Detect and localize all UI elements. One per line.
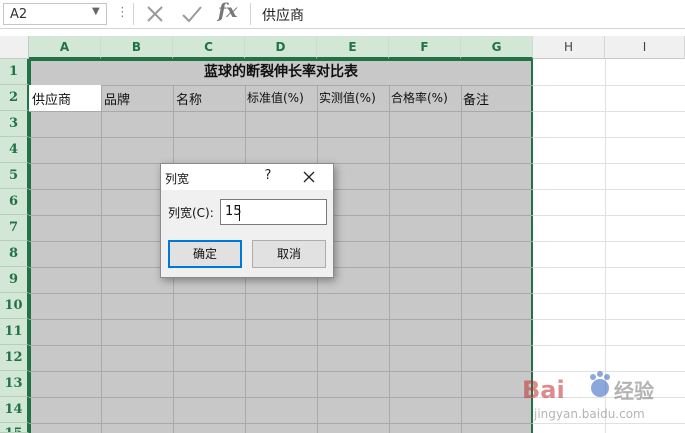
column-width-dialog: 列宽 ? 列宽(C): 15 确定 取消 (160, 163, 334, 278)
cancel-icon[interactable] (143, 2, 167, 26)
chevron-down-icon[interactable]: ▼ (92, 6, 100, 17)
name-box-value: A2 (10, 7, 28, 22)
insert-function-button[interactable]: fx (218, 0, 238, 22)
column-header-d[interactable]: D (245, 36, 317, 59)
gridline (29, 371, 533, 372)
row-header-1[interactable]: 1 (0, 59, 29, 85)
gridline (533, 319, 685, 320)
column-header-e[interactable]: E (317, 36, 389, 59)
gridline (533, 111, 685, 112)
help-icon[interactable]: ? (261, 168, 275, 186)
close-icon[interactable] (299, 167, 319, 187)
row-header-12[interactable]: 12 (0, 345, 29, 371)
dialog-titlebar[interactable]: 列宽 ? (161, 164, 333, 190)
gridline (533, 293, 685, 294)
gridline (533, 215, 685, 216)
cell-e2[interactable]: 实测值(%) (319, 89, 376, 106)
column-header-b[interactable]: B (101, 36, 173, 59)
column-width-label: 列宽(C): (168, 206, 214, 220)
row-header-2[interactable]: 2 (0, 85, 29, 111)
cell-c2[interactable]: 名称 (176, 89, 202, 108)
row-header-15[interactable]: 15 (0, 423, 29, 433)
gridline (29, 293, 533, 294)
row-header-14[interactable]: 14 (0, 397, 29, 423)
formula-input[interactable]: 供应商 (262, 5, 304, 25)
cell-d2[interactable]: 标准值(%) (247, 89, 304, 106)
gridline (29, 111, 533, 112)
row-header-6[interactable]: 6 (0, 189, 29, 215)
gridline (29, 397, 533, 398)
row-header-11[interactable]: 11 (0, 319, 29, 345)
column-header-c[interactable]: C (173, 36, 245, 59)
gridline (533, 267, 685, 268)
formula-bar-grip-icon[interactable]: ⋮ (116, 5, 129, 20)
formula-bar-divider (133, 3, 134, 25)
watermark-url: jingyan.baidu.com (533, 407, 645, 421)
gridline (29, 423, 533, 424)
cell-b2[interactable]: 品牌 (104, 89, 130, 108)
baidu-watermark-logo: Bai 经验 jingyan.baidu.com (522, 371, 654, 421)
row-header-7[interactable]: 7 (0, 215, 29, 241)
ok-button[interactable]: 确定 (168, 240, 242, 268)
formula-bar: A2 ▼ ⋮ fx 供应商 (0, 0, 685, 29)
row-header-4[interactable]: 4 (0, 137, 29, 163)
row-header-10[interactable]: 10 (0, 293, 29, 319)
select-all-corner[interactable] (0, 36, 29, 59)
column-header-g[interactable]: G (461, 36, 533, 59)
cell-a2[interactable]: 供应商 (32, 89, 71, 108)
cell-g2[interactable]: 备注 (463, 89, 489, 108)
formula-bar-divider (250, 3, 251, 25)
text-caret (239, 205, 240, 221)
gridline (533, 241, 685, 242)
row-header-8[interactable]: 8 (0, 241, 29, 267)
gridline (533, 345, 685, 346)
cell-f2[interactable]: 合格率(%) (391, 89, 448, 106)
row-header-9[interactable]: 9 (0, 267, 29, 293)
gridline (29, 345, 533, 346)
gridline (29, 85, 533, 86)
gridline (533, 137, 685, 138)
column-header-h[interactable]: H (533, 36, 605, 59)
name-box[interactable]: A2 ▼ (3, 3, 107, 25)
cancel-button[interactable]: 取消 (252, 240, 326, 268)
row-header-3[interactable]: 3 (0, 111, 29, 137)
sheet-title-cell[interactable]: 蓝球的断裂伸长率对比表 (29, 59, 533, 85)
column-width-input[interactable]: 15 (220, 199, 327, 225)
gridline (29, 319, 533, 320)
dialog-title: 列宽 (165, 172, 190, 186)
column-header-i[interactable]: I (605, 36, 685, 59)
row-header-5[interactable]: 5 (0, 163, 29, 189)
gridline (533, 163, 685, 164)
check-icon[interactable] (179, 2, 205, 26)
watermark-brand-cn: 经验 (614, 379, 654, 403)
row-header-13[interactable]: 13 (0, 371, 29, 397)
column-header-f[interactable]: F (389, 36, 461, 59)
gridline (533, 189, 685, 190)
gridline (533, 85, 685, 86)
column-header-a[interactable]: A (29, 36, 101, 59)
watermark-brand: Bai (522, 376, 565, 404)
gridline (29, 137, 533, 138)
